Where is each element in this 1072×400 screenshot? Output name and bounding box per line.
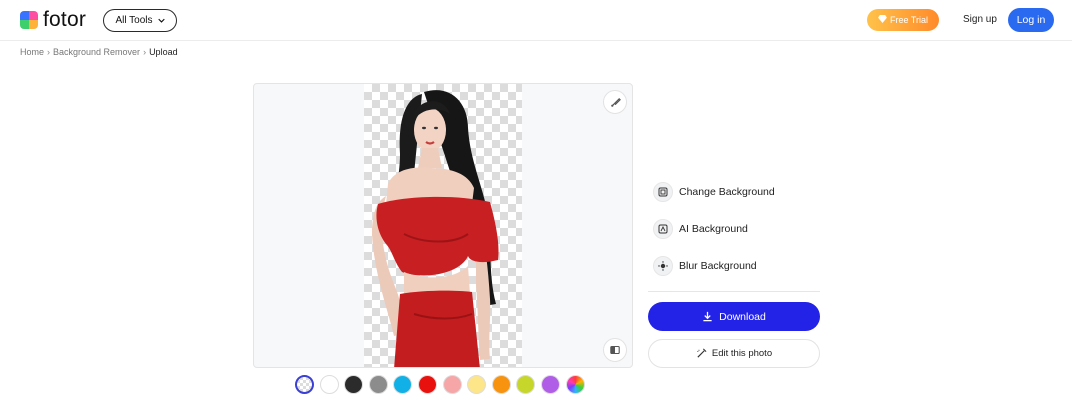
panel-divider bbox=[648, 291, 820, 292]
breadcrumb-background-remover[interactable]: Background Remover bbox=[53, 47, 140, 57]
all-tools-dropdown[interactable]: All Tools bbox=[103, 9, 177, 32]
magic-wand-icon bbox=[696, 348, 707, 359]
log-in-button[interactable]: Log in bbox=[1008, 8, 1054, 32]
blur-background-label: Blur Background bbox=[679, 260, 757, 272]
compare-icon bbox=[610, 345, 620, 355]
swatch-orange[interactable] bbox=[491, 375, 511, 394]
fotor-logo[interactable]: fotor bbox=[20, 9, 86, 31]
swatch-sky-blue[interactable] bbox=[393, 375, 413, 394]
logo-text: fotor bbox=[43, 8, 87, 31]
sign-up-link[interactable]: Sign up bbox=[963, 14, 997, 25]
download-label: Download bbox=[719, 310, 766, 323]
swatch-light-yellow[interactable] bbox=[467, 375, 487, 394]
blur-background-icon bbox=[653, 256, 673, 276]
brush-tool-button[interactable] bbox=[603, 90, 627, 114]
subject-photo bbox=[372, 90, 499, 367]
compare-toggle-button[interactable] bbox=[603, 338, 627, 362]
breadcrumb: Home › Background Remover › Upload bbox=[20, 47, 178, 57]
swatch-custom-color-picker[interactable] bbox=[565, 375, 585, 394]
chevron-down-icon bbox=[157, 17, 165, 24]
blur-background-option[interactable]: Blur Background bbox=[653, 256, 757, 276]
brush-icon bbox=[610, 97, 621, 108]
top-navigation-bar: fotor All Tools Free Trial Sign up Log i… bbox=[0, 0, 1072, 41]
swatch-pink[interactable] bbox=[442, 375, 462, 394]
ai-background-option[interactable]: AI Background bbox=[653, 219, 748, 239]
chevron-right-icon: › bbox=[47, 47, 51, 57]
swatch-red[interactable] bbox=[417, 375, 437, 394]
swatch-black[interactable] bbox=[344, 375, 364, 394]
swatch-lime[interactable] bbox=[516, 375, 536, 394]
background-color-swatches bbox=[295, 375, 590, 394]
free-trial-button[interactable]: Free Trial bbox=[867, 9, 939, 31]
swatch-purple[interactable] bbox=[540, 375, 560, 394]
change-background-icon bbox=[653, 182, 673, 202]
swatch-white[interactable] bbox=[319, 375, 339, 394]
download-icon bbox=[702, 311, 713, 322]
change-background-label: Change Background bbox=[679, 186, 775, 198]
ai-background-icon bbox=[653, 219, 673, 239]
change-background-option[interactable]: Change Background bbox=[653, 182, 775, 202]
edit-this-photo-label: Edit this photo bbox=[711, 348, 773, 359]
free-trial-label: Free Trial bbox=[889, 15, 928, 25]
fotor-logo-icon bbox=[20, 11, 38, 29]
ai-background-label: AI Background bbox=[679, 223, 748, 235]
all-tools-label: All Tools bbox=[115, 15, 153, 26]
download-button[interactable]: Download bbox=[648, 302, 820, 331]
diamond-icon bbox=[878, 15, 887, 25]
image-canvas[interactable] bbox=[253, 83, 633, 368]
swatch-gray[interactable] bbox=[368, 375, 388, 394]
chevron-right-icon: › bbox=[143, 47, 147, 57]
breadcrumb-upload: Upload bbox=[149, 47, 178, 57]
edit-this-photo-button[interactable]: Edit this photo bbox=[648, 339, 820, 368]
breadcrumb-home[interactable]: Home bbox=[20, 47, 44, 57]
swatch-transparent[interactable] bbox=[295, 375, 314, 394]
